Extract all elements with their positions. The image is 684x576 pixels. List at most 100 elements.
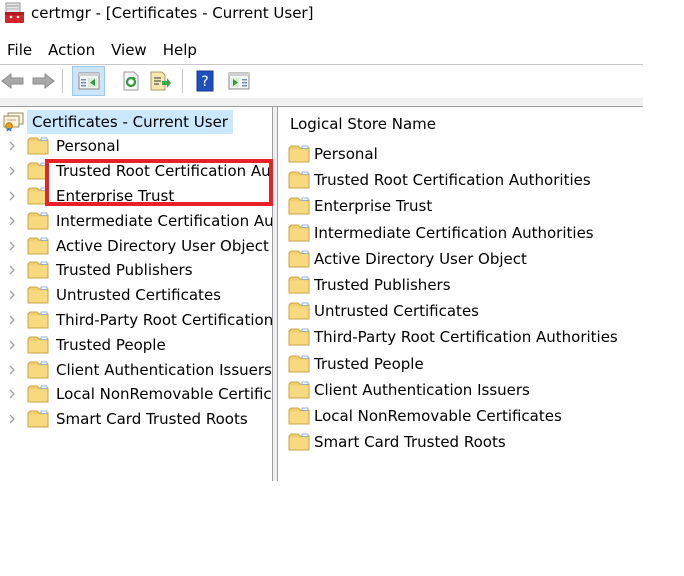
list-item-trusted-people[interactable]: Trusted People bbox=[288, 351, 618, 377]
list-item-trusted-publishers[interactable]: Trusted Publishers bbox=[288, 272, 618, 298]
folder-icon bbox=[27, 212, 49, 230]
svg-text:?: ? bbox=[201, 74, 208, 90]
tree-item-trusted-publishers[interactable]: Trusted Publishers bbox=[0, 258, 272, 283]
menu-bar: File Action View Help bbox=[0, 38, 205, 62]
folder-icon bbox=[288, 145, 310, 163]
tree-item-smart-card-trusted-roots[interactable]: Smart Card Trusted Roots bbox=[0, 407, 272, 432]
help-button[interactable]: ? bbox=[192, 68, 218, 94]
column-header-logical-store-name[interactable]: Logical Store Name bbox=[290, 115, 436, 133]
chevron-right-icon[interactable] bbox=[0, 191, 24, 201]
chevron-right-icon[interactable] bbox=[0, 315, 24, 325]
tree-item-label: Untrusted Certificates bbox=[56, 286, 221, 305]
pane-splitter[interactable] bbox=[273, 107, 278, 481]
folder-icon bbox=[288, 302, 310, 320]
tree-item-active-directory-user-object[interactable]: Active Directory User Object bbox=[0, 233, 272, 258]
chevron-right-icon[interactable] bbox=[0, 216, 24, 226]
folder-icon bbox=[27, 385, 49, 403]
tree-item-intermediate-certification-authorities[interactable]: Intermediate Certification Authorities bbox=[0, 208, 273, 233]
console-tree-icon bbox=[78, 72, 99, 90]
console-tree[interactable]: Certificates - Current User Personal Tru… bbox=[0, 107, 273, 481]
list-item-local-nonremovable-certificates[interactable]: Local NonRemovable Certificates bbox=[288, 403, 618, 429]
folder-icon bbox=[27, 137, 49, 155]
export-list-icon bbox=[150, 71, 171, 91]
list-item-smart-card-trusted-roots[interactable]: Smart Card Trusted Roots bbox=[288, 429, 618, 455]
folder-icon bbox=[27, 410, 49, 428]
tree-item-trusted-people[interactable]: Trusted People bbox=[0, 332, 272, 357]
tree-item-label: Personal bbox=[56, 137, 120, 156]
details-pane: Logical Store Name Personal Trusted Root… bbox=[279, 107, 684, 481]
tree-root-certificates-current-user[interactable]: Certificates - Current User bbox=[0, 110, 233, 134]
forward-arrow-icon bbox=[32, 72, 55, 90]
menu-view[interactable]: View bbox=[103, 38, 155, 62]
folder-icon bbox=[27, 311, 49, 329]
list-item-intermediate-certification-authorities[interactable]: Intermediate Certification Authorities bbox=[288, 220, 618, 246]
list-item-client-authentication-issuers[interactable]: Client Authentication Issuers bbox=[288, 377, 618, 403]
refresh-icon bbox=[123, 71, 139, 91]
list-item-enterprise-trust[interactable]: Enterprise Trust bbox=[288, 193, 618, 219]
list-item-third-party-root-certification-authorities[interactable]: Third-Party Root Certification Authoriti… bbox=[288, 324, 618, 350]
tree-item-label: Intermediate Certification Authorities bbox=[56, 211, 273, 230]
folder-icon bbox=[288, 381, 310, 399]
folder-icon bbox=[288, 407, 310, 425]
chevron-right-icon[interactable] bbox=[0, 389, 24, 399]
tree-item-label: Smart Card Trusted Roots bbox=[56, 410, 248, 429]
folder-icon bbox=[27, 261, 49, 279]
folder-icon bbox=[288, 355, 310, 373]
list-item-label: Trusted Publishers bbox=[314, 276, 451, 295]
tree-item-label: Client Authentication Issuers bbox=[56, 360, 272, 379]
tree-item-untrusted-certificates[interactable]: Untrusted Certificates bbox=[0, 283, 272, 308]
back-button[interactable] bbox=[0, 68, 26, 94]
pane-frame bbox=[0, 98, 643, 107]
chevron-right-icon[interactable] bbox=[0, 340, 24, 350]
folder-icon bbox=[288, 433, 310, 451]
list-item-active-directory-user-object[interactable]: Active Directory User Object bbox=[288, 246, 618, 272]
list-item-trusted-root-certification-authorities[interactable]: Trusted Root Certification Authorities bbox=[288, 167, 618, 193]
chevron-right-icon[interactable] bbox=[0, 241, 24, 251]
folder-icon bbox=[288, 328, 310, 346]
tree-item-local-nonremovable-certificates[interactable]: Local NonRemovable Certificates bbox=[0, 382, 272, 407]
tree-item-label: Enterprise Trust bbox=[56, 186, 175, 205]
tree-item-label: Trusted Publishers bbox=[56, 261, 193, 280]
folder-icon bbox=[288, 197, 310, 215]
list-item-label: Untrusted Certificates bbox=[314, 302, 479, 321]
tree-item-enterprise-trust[interactable]: Enterprise Trust bbox=[0, 184, 272, 209]
list-item-label: Trusted Root Certification Authorities bbox=[314, 171, 591, 190]
folder-icon bbox=[27, 237, 49, 255]
tree-item-label: Active Directory User Object bbox=[56, 236, 269, 255]
tree-item-personal[interactable]: Personal bbox=[0, 134, 272, 159]
list-item-label: Intermediate Certification Authorities bbox=[314, 223, 594, 242]
tree-item-third-party-root-certification-authorities[interactable]: Third-Party Root Certification Authoriti… bbox=[0, 308, 272, 333]
tree-root-label: Certificates - Current User bbox=[27, 110, 233, 134]
menu-file[interactable]: File bbox=[0, 38, 40, 62]
list-item-label: Local NonRemovable Certificates bbox=[314, 406, 562, 425]
list-item-label: Client Authentication Issuers bbox=[314, 380, 530, 399]
list-item-untrusted-certificates[interactable]: Untrusted Certificates bbox=[288, 298, 618, 324]
chevron-right-icon[interactable] bbox=[0, 166, 24, 176]
folder-icon bbox=[288, 171, 310, 189]
help-icon: ? bbox=[196, 70, 214, 92]
list-item-personal[interactable]: Personal bbox=[288, 141, 618, 167]
certmgr-toolbox-icon bbox=[5, 2, 24, 23]
tree-item-trusted-root-certification-authorities[interactable]: Trusted Root Certification Authorities bbox=[0, 159, 272, 184]
folder-icon bbox=[27, 361, 49, 379]
back-arrow-icon bbox=[1, 72, 24, 90]
show-hide-action-pane-button[interactable] bbox=[226, 68, 252, 94]
folder-icon bbox=[27, 336, 49, 354]
chevron-right-icon[interactable] bbox=[0, 290, 24, 300]
tree-item-label: Trusted Root Certification Authorities bbox=[56, 162, 272, 181]
tree-item-client-authentication-issuers[interactable]: Client Authentication Issuers bbox=[0, 357, 272, 382]
folder-icon bbox=[27, 286, 49, 304]
title-bar: certmgr - [Certificates - Current User] bbox=[0, 0, 684, 30]
refresh-button[interactable] bbox=[118, 68, 144, 94]
tree-item-label: Trusted People bbox=[56, 335, 166, 354]
list-item-label: Personal bbox=[314, 145, 378, 164]
menu-help[interactable]: Help bbox=[155, 38, 205, 62]
chevron-right-icon[interactable] bbox=[0, 141, 24, 151]
chevron-right-icon[interactable] bbox=[0, 365, 24, 375]
show-hide-console-tree-button[interactable] bbox=[72, 66, 105, 96]
forward-button[interactable] bbox=[30, 68, 56, 94]
menu-action[interactable]: Action bbox=[40, 38, 103, 62]
export-list-button[interactable] bbox=[148, 68, 174, 94]
chevron-right-icon[interactable] bbox=[0, 265, 24, 275]
chevron-right-icon[interactable] bbox=[0, 414, 24, 424]
